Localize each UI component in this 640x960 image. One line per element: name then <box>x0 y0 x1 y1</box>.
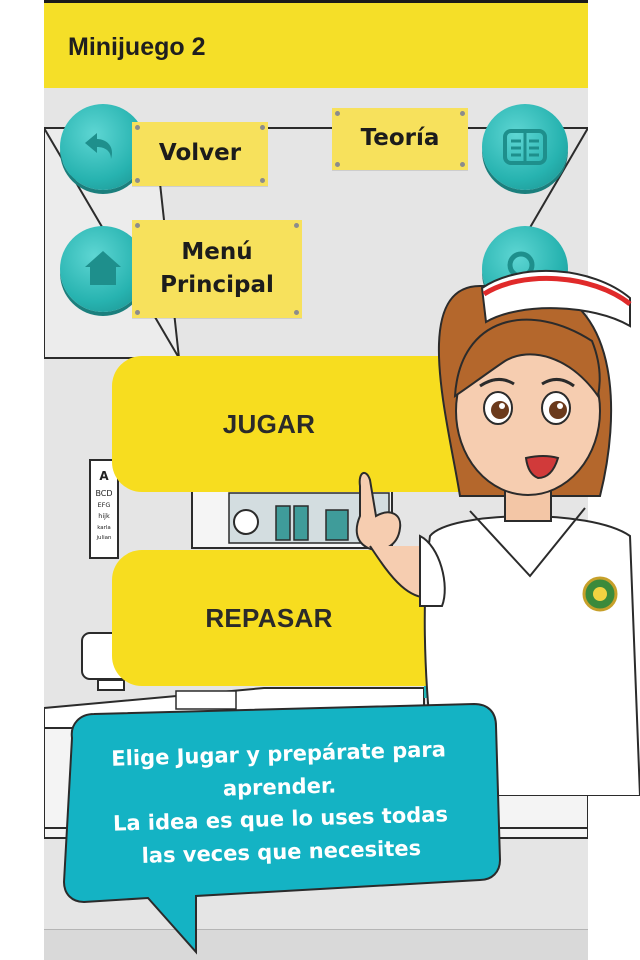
page-title: Minijuego 2 <box>68 33 206 61</box>
menu-principal-button[interactable]: Menú Principal <box>132 220 302 318</box>
eye-chart: A BCD EFG hijk karla julian <box>89 459 119 559</box>
teoria-label: Teoría <box>360 125 440 152</box>
eye-chart-line: A <box>99 469 109 483</box>
jugar-label: JUGAR <box>222 408 316 439</box>
eye-chart-line: BCD <box>95 489 112 498</box>
menu-label-line1: Menú <box>181 238 253 265</box>
home-icon <box>85 251 121 285</box>
repasar-label: REPASAR <box>205 602 333 633</box>
eye-chart-line: karla <box>97 525 111 531</box>
top-app-bar: Minijuego 2 <box>44 0 588 88</box>
book-icon <box>503 129 547 165</box>
volver-button[interactable]: Volver <box>132 122 268 186</box>
eye-chart-line: hijk <box>98 512 110 520</box>
speech-bubble-text: Elige Jugar y prepárate para aprender. L… <box>111 737 449 868</box>
teoria-button[interactable]: Teoría <box>332 108 468 170</box>
eye-chart-line: julian <box>96 535 112 541</box>
eye-chart-line: EFG <box>98 501 111 509</box>
volver-label: Volver <box>158 140 242 167</box>
back-arrow-icon <box>85 133 113 159</box>
theory-circle-button[interactable] <box>482 104 568 190</box>
menu-label-line2: Principal <box>160 272 274 298</box>
